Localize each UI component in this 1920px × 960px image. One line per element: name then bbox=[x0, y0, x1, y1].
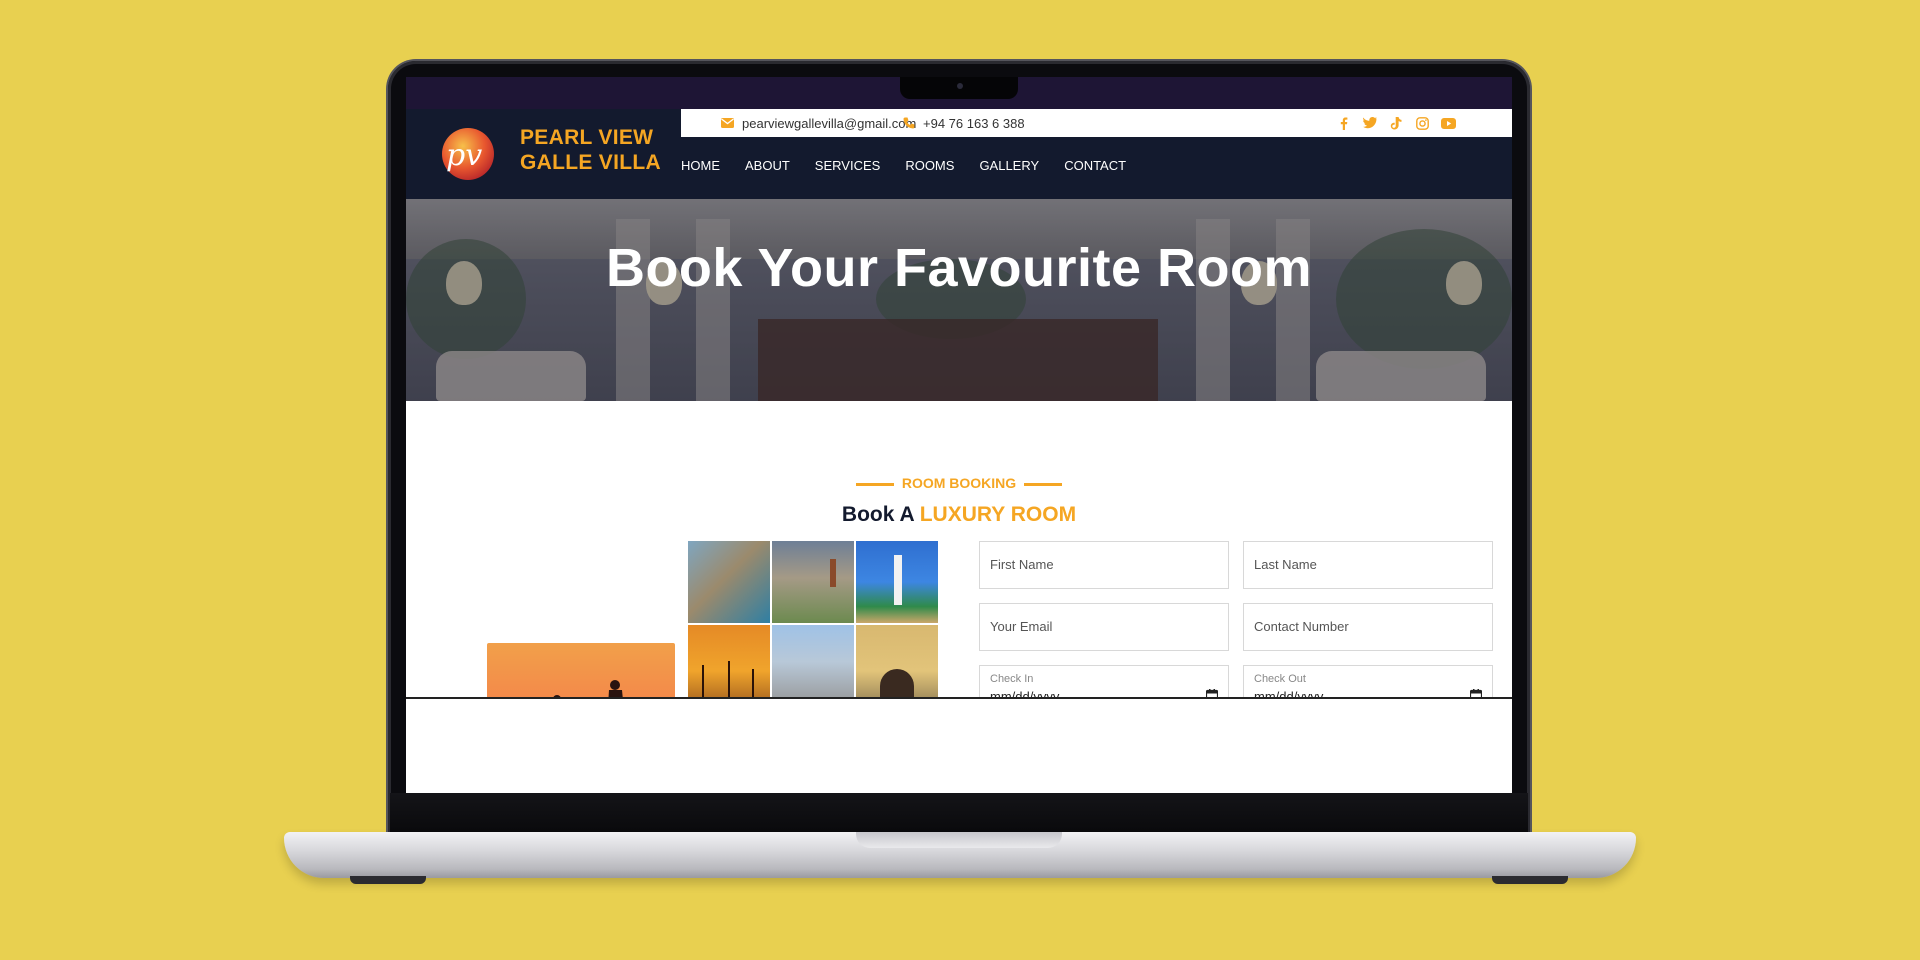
hero-title: Book Your Favourite Room bbox=[605, 238, 1313, 298]
brand-name[interactable]: PEARL VIEW GALLE VILLA bbox=[520, 125, 661, 175]
nav-about[interactable]: ABOUT bbox=[745, 158, 790, 173]
laptop-foot-right bbox=[1492, 876, 1568, 884]
email-contact[interactable]: pearviewgallevilla@gmail.com bbox=[721, 109, 916, 137]
contact-topbar: pearviewgallevilla@gmail.com +94 76 163 … bbox=[681, 109, 1512, 137]
email-text: pearviewgallevilla@gmail.com bbox=[742, 115, 917, 131]
hero-banner: Book Your Favourite Room bbox=[406, 199, 1512, 401]
nav-services[interactable]: SERVICES bbox=[815, 158, 881, 173]
phone-icon bbox=[903, 117, 915, 129]
nav-gallery[interactable]: GALLERY bbox=[979, 158, 1039, 173]
eyebrow-text: ROOM BOOKING bbox=[901, 475, 1017, 491]
contact-number-placeholder: Contact Number bbox=[1254, 619, 1349, 634]
nav-rooms[interactable]: ROOMS bbox=[905, 158, 954, 173]
facebook-icon[interactable] bbox=[1336, 115, 1352, 131]
brand-line-2: GALLE VILLA bbox=[520, 151, 661, 174]
envelope-icon bbox=[721, 118, 734, 128]
hero-overlay bbox=[406, 199, 1512, 401]
email-field[interactable]: Your Email bbox=[979, 603, 1229, 651]
eyebrow-line-right bbox=[1024, 482, 1063, 486]
contact-number-field[interactable]: Contact Number bbox=[1243, 603, 1493, 651]
main-navigation: HOME ABOUT SERVICES ROOMS GALLERY CONTAC… bbox=[681, 158, 1151, 173]
instagram-icon[interactable] bbox=[1414, 115, 1430, 131]
first-name-placeholder: First Name bbox=[990, 557, 1054, 572]
collage-photo-clocktower bbox=[772, 541, 854, 623]
email-placeholder: Your Email bbox=[990, 619, 1053, 634]
social-links bbox=[1336, 109, 1456, 137]
brand-line-1: PEARL VIEW bbox=[520, 126, 654, 149]
tiktok-icon[interactable] bbox=[1388, 115, 1404, 131]
first-name-field[interactable]: First Name bbox=[979, 541, 1229, 589]
laptop-thumb-notch bbox=[856, 832, 1062, 848]
logo-icon[interactable]: pv bbox=[428, 127, 498, 181]
phone-contact[interactable]: +94 76 163 6 388 bbox=[903, 109, 1025, 137]
site-header: pv PEARL VIEW GALLE VILLA pearviewgallev… bbox=[406, 109, 1512, 199]
camera-notch bbox=[900, 77, 1018, 99]
section-eyebrow: ROOM BOOKING bbox=[406, 475, 1512, 491]
last-name-placeholder: Last Name bbox=[1254, 557, 1317, 572]
svg-text:pv: pv bbox=[446, 138, 482, 173]
collage-photo-lighthouse bbox=[856, 541, 938, 623]
laptop-chin bbox=[390, 793, 1528, 833]
twitter-icon[interactable] bbox=[1362, 115, 1378, 131]
last-name-field[interactable]: Last Name bbox=[1243, 541, 1493, 589]
collage-photo-fort-aerial bbox=[688, 541, 770, 623]
laptop-foot-left bbox=[350, 876, 426, 884]
section-title: Book A LUXURY ROOM bbox=[406, 503, 1512, 527]
title-accent: LUXURY ROOM bbox=[919, 503, 1077, 526]
check-out-label: Check Out bbox=[1254, 673, 1306, 685]
page-bottom-area bbox=[406, 699, 1512, 793]
eyebrow-line-left bbox=[855, 482, 894, 486]
phone-text: +94 76 163 6 388 bbox=[923, 115, 1025, 131]
camera-icon bbox=[957, 83, 963, 89]
nav-contact[interactable]: CONTACT bbox=[1064, 158, 1126, 173]
youtube-icon[interactable] bbox=[1440, 115, 1456, 131]
nav-home[interactable]: HOME bbox=[681, 158, 720, 173]
check-in-label: Check In bbox=[990, 673, 1034, 685]
website-page: pv PEARL VIEW GALLE VILLA pearviewgallev… bbox=[406, 109, 1512, 793]
laptop-screen: pv PEARL VIEW GALLE VILLA pearviewgallev… bbox=[406, 77, 1512, 793]
title-plain: Book A bbox=[841, 503, 914, 526]
